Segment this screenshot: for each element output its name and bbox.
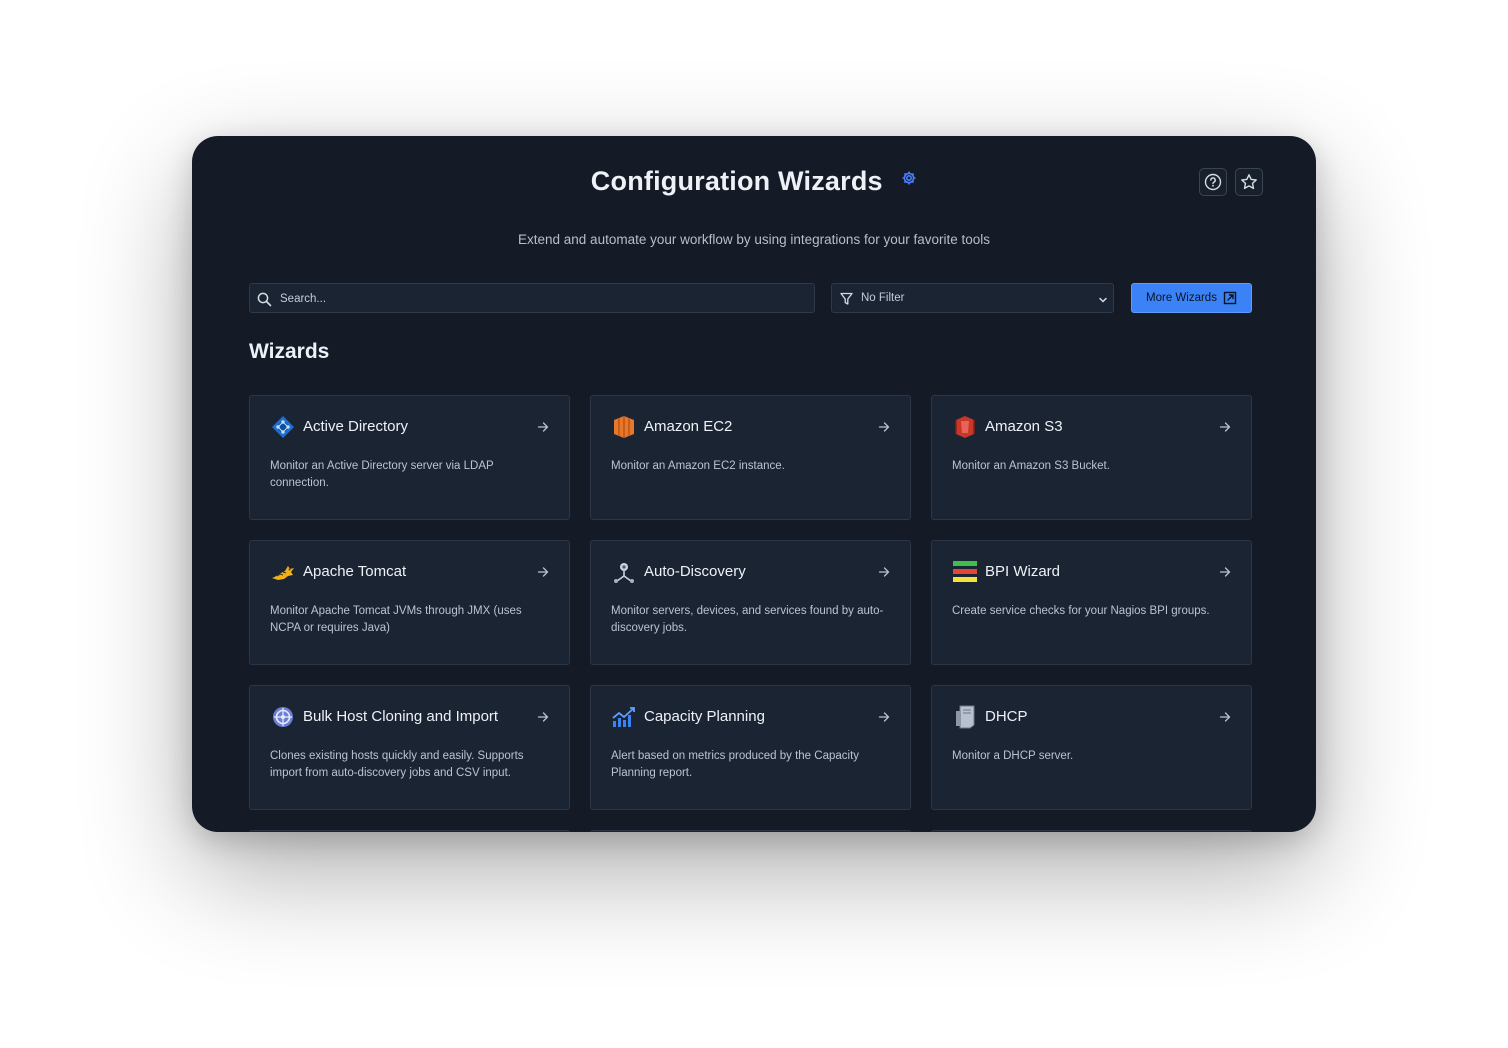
config-wizards-window: Configuration Wizards Extend and automat… [192,136,1316,832]
wizard-card-amazon-ec2[interactable]: Amazon EC2 Monitor an Amazon EC2 instanc… [590,395,911,520]
wizard-card-active-directory[interactable]: Active Directory Monitor an Active Direc… [249,395,570,520]
wizard-title: Auto-Discovery [644,563,746,580]
title-row: Configuration Wizards [192,166,1316,206]
wizard-title: BPI Wizard [985,563,1061,580]
help-button[interactable] [1199,168,1227,196]
wizard-description: Monitor an Amazon S3 Bucket. [952,460,1110,472]
wizard-description: Monitor servers, devices, and services f… [611,605,884,634]
favorite-button[interactable] [1235,168,1263,196]
wizard-title: Capacity Planning [644,708,765,725]
wizard-card-amazon-s3[interactable]: Amazon S3 Monitor an Amazon S3 Bucket. [931,395,1252,520]
gear-icon [901,170,917,191]
arrow-right-icon [537,420,549,438]
active-directory-icon [270,414,296,440]
wizard-description: Monitor Apache Tomcat JVMs through JMX (… [270,605,522,634]
wizard-description: Monitor a DHCP server. [952,750,1074,762]
wizard-title: Active Directory [303,418,409,435]
wizard-description: Clones existing hosts quickly and easily… [270,750,524,779]
page-subtitle: Extend and automate your workflow by usi… [518,232,990,247]
search-input[interactable] [278,284,806,314]
wizard-description: Create service checks for your Nagios BP… [952,605,1210,617]
top-actions [1199,168,1263,196]
apache-tomcat-icon [270,559,296,585]
arrow-right-icon [878,710,890,728]
wizard-title: Bulk Host Cloning and Import [303,708,499,725]
question-circle-icon [1204,173,1222,191]
arrow-right-icon [1219,565,1231,583]
wizard-card-bpi-wizard[interactable]: BPI Wizard Create service checks for you… [931,540,1252,665]
bulk-host-icon [270,704,296,730]
amazon-ec2-icon [611,414,637,440]
section-title: Wizards [249,340,330,363]
arrow-right-icon [537,565,549,583]
arrow-right-icon [537,710,549,728]
wizard-card-partial[interactable] [590,830,911,832]
wizard-description: Monitor an Amazon EC2 instance. [611,460,785,472]
external-link-icon [1223,291,1237,305]
search-box[interactable] [249,283,815,314]
wizard-description: Alert based on metrics produced by the C… [611,750,860,779]
wizard-card-capacity-planning[interactable]: Capacity Planning Alert based on metrics… [590,685,911,810]
wizard-card-partial[interactable] [931,830,1252,832]
bpi-icon [952,559,978,585]
wizard-card-bulk-host-cloning[interactable]: Bulk Host Cloning and Import Clones exis… [249,685,570,810]
more-wizards-button[interactable]: More Wizards [1131,283,1252,313]
amazon-s3-icon [952,414,978,440]
page-title: Configuration Wizards [590,166,883,196]
chevron-down-icon [1097,293,1109,311]
wizard-card-apache-tomcat[interactable]: Apache Tomcat Monitor Apache Tomcat JVMs… [249,540,570,665]
auto-discovery-icon [611,559,637,585]
wizard-title: DHCP [985,708,1028,725]
wizard-title: Apache Tomcat [303,563,407,580]
capacity-planning-icon [611,704,637,730]
wizard-card-dhcp[interactable]: DHCP Monitor a DHCP server. [931,685,1252,810]
filter-value: No Filter [861,292,905,304]
star-icon [1241,174,1257,190]
wizard-description: Monitor an Active Directory server via L… [270,460,494,489]
search-icon [257,292,272,312]
wizard-card-auto-discovery[interactable]: Auto-Discovery Monitor servers, devices,… [590,540,911,665]
arrow-right-icon [1219,710,1231,728]
wizard-title: Amazon S3 [985,418,1063,435]
arrow-right-icon [878,565,890,583]
filter-select[interactable]: No Filter [831,283,1114,313]
arrow-right-icon [1219,420,1231,438]
dhcp-server-icon [952,704,978,730]
wizard-title: Amazon EC2 [644,418,733,435]
filter-icon [840,292,853,311]
toolbar: No Filter More Wizards [249,283,1252,314]
wizard-card-partial[interactable] [249,830,570,832]
more-wizards-label: More Wizards [1146,292,1217,304]
arrow-right-icon [878,420,890,438]
